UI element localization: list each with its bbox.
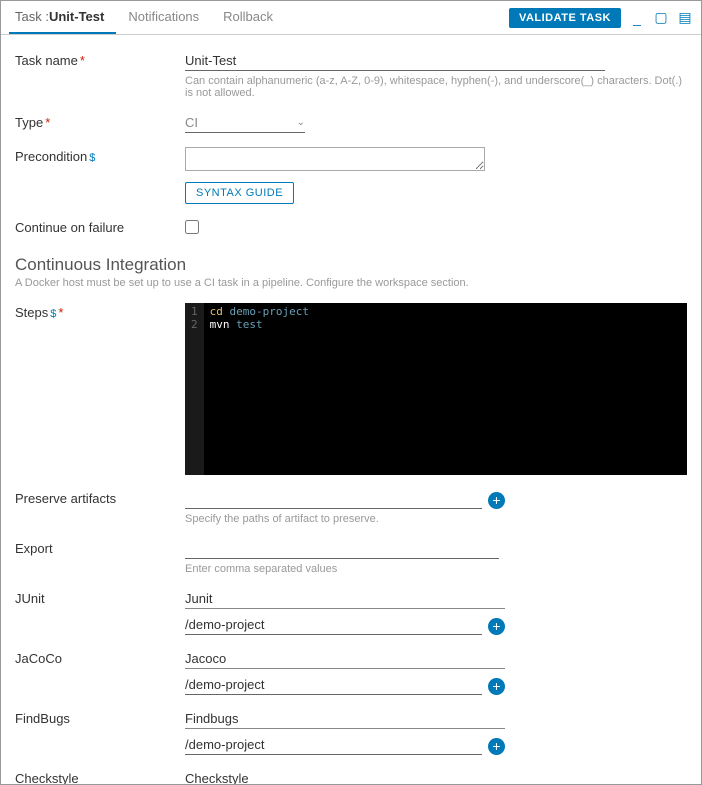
tab-rollback[interactable]: Rollback (211, 1, 285, 34)
add-icon[interactable]: + (488, 618, 505, 635)
preserve-artifacts-input[interactable] (185, 489, 482, 509)
tool-path-input[interactable] (185, 615, 482, 635)
steps-code-editor[interactable]: 12 cd demo-project mvn test (185, 303, 687, 475)
chevron-down-icon: ⌄ (297, 117, 305, 128)
export-label: Export (15, 539, 185, 556)
task-name-input[interactable] (185, 51, 605, 71)
steps-label: Steps$* (15, 303, 185, 320)
task-name-label: Task name* (15, 51, 185, 68)
tool-label: JaCoCo (15, 649, 185, 666)
type-label: Type* (15, 113, 185, 130)
maximize-icon[interactable]: ▤ (677, 9, 693, 26)
add-icon[interactable]: + (488, 492, 505, 509)
code-token: demo-project (230, 305, 309, 318)
task-name-label-text: Task name (15, 53, 78, 68)
tool-label: Checkstyle (15, 769, 185, 784)
tool-label: FindBugs (15, 709, 185, 726)
content-scroll[interactable]: Task name* Can contain alphanumeric (a-z… (1, 35, 701, 784)
tool-path-input[interactable] (185, 735, 482, 755)
tool-row: JaCoCo + (15, 649, 687, 695)
continue-on-failure-checkbox[interactable] (185, 220, 199, 234)
tab-task-name: Unit-Test (49, 9, 104, 24)
task-editor-window: Task :Unit-Test Notifications Rollback V… (0, 0, 702, 785)
tab-notifications[interactable]: Notifications (116, 1, 211, 34)
code-token: test (236, 318, 263, 331)
steps-label-text: Steps (15, 305, 48, 320)
tool-name-input[interactable] (185, 709, 505, 729)
header-bar: Task :Unit-Test Notifications Rollback V… (1, 1, 701, 35)
tool-path-input[interactable] (185, 675, 482, 695)
required-mark: * (80, 53, 85, 68)
code-token: cd (210, 305, 223, 318)
required-mark: * (45, 115, 50, 130)
tab-task-prefix: Task : (15, 9, 49, 24)
type-label-text: Type (15, 115, 43, 130)
validate-task-button[interactable]: VALIDATE TASK (509, 8, 621, 28)
tab-task[interactable]: Task :Unit-Test (9, 1, 116, 34)
add-icon[interactable]: + (488, 678, 505, 695)
export-hint: Enter comma separated values (185, 563, 687, 575)
tool-row: JUnit + (15, 589, 687, 635)
preserve-artifacts-hint: Specify the paths of artifact to preserv… (185, 513, 687, 525)
tool-label: JUnit (15, 589, 185, 606)
restore-icon[interactable]: ▢ (653, 9, 669, 26)
code-token: mvn (210, 318, 230, 331)
tool-name-input[interactable] (185, 649, 505, 669)
syntax-guide-button[interactable]: SYNTAX GUIDE (185, 182, 294, 204)
tool-name-input[interactable] (185, 769, 505, 784)
tool-row: Checkstyle+ (15, 769, 687, 784)
add-icon[interactable]: + (488, 738, 505, 755)
tool-name-input[interactable] (185, 589, 505, 609)
type-select-value: CI (185, 115, 297, 130)
export-input[interactable] (185, 539, 499, 559)
task-name-hint: Can contain alphanumeric (a-z, A-Z, 0-9)… (185, 75, 687, 99)
editor-gutter: 12 (185, 303, 204, 475)
required-mark: * (58, 305, 63, 320)
minimize-icon[interactable]: _ (629, 10, 645, 26)
type-select[interactable]: CI ⌄ (185, 113, 305, 133)
tool-row: FindBugs + (15, 709, 687, 755)
tab-strip: Task :Unit-Test Notifications Rollback (9, 1, 509, 34)
preserve-artifacts-label: Preserve artifacts (15, 489, 185, 506)
continue-on-failure-label: Continue on failure (15, 218, 185, 235)
precondition-label-text: Precondition (15, 149, 87, 164)
header-actions: VALIDATE TASK _ ▢ ▤ (509, 8, 693, 28)
bind-variable-icon[interactable]: $ (89, 152, 95, 164)
precondition-input[interactable] (185, 147, 485, 171)
editor-code: cd demo-project mvn test (204, 303, 315, 475)
bind-variable-icon[interactable]: $ (50, 308, 56, 320)
precondition-label: Precondition$ (15, 147, 185, 164)
ci-section-hint: A Docker host must be set up to use a CI… (15, 277, 687, 289)
ci-section-title: Continuous Integration (15, 255, 687, 275)
